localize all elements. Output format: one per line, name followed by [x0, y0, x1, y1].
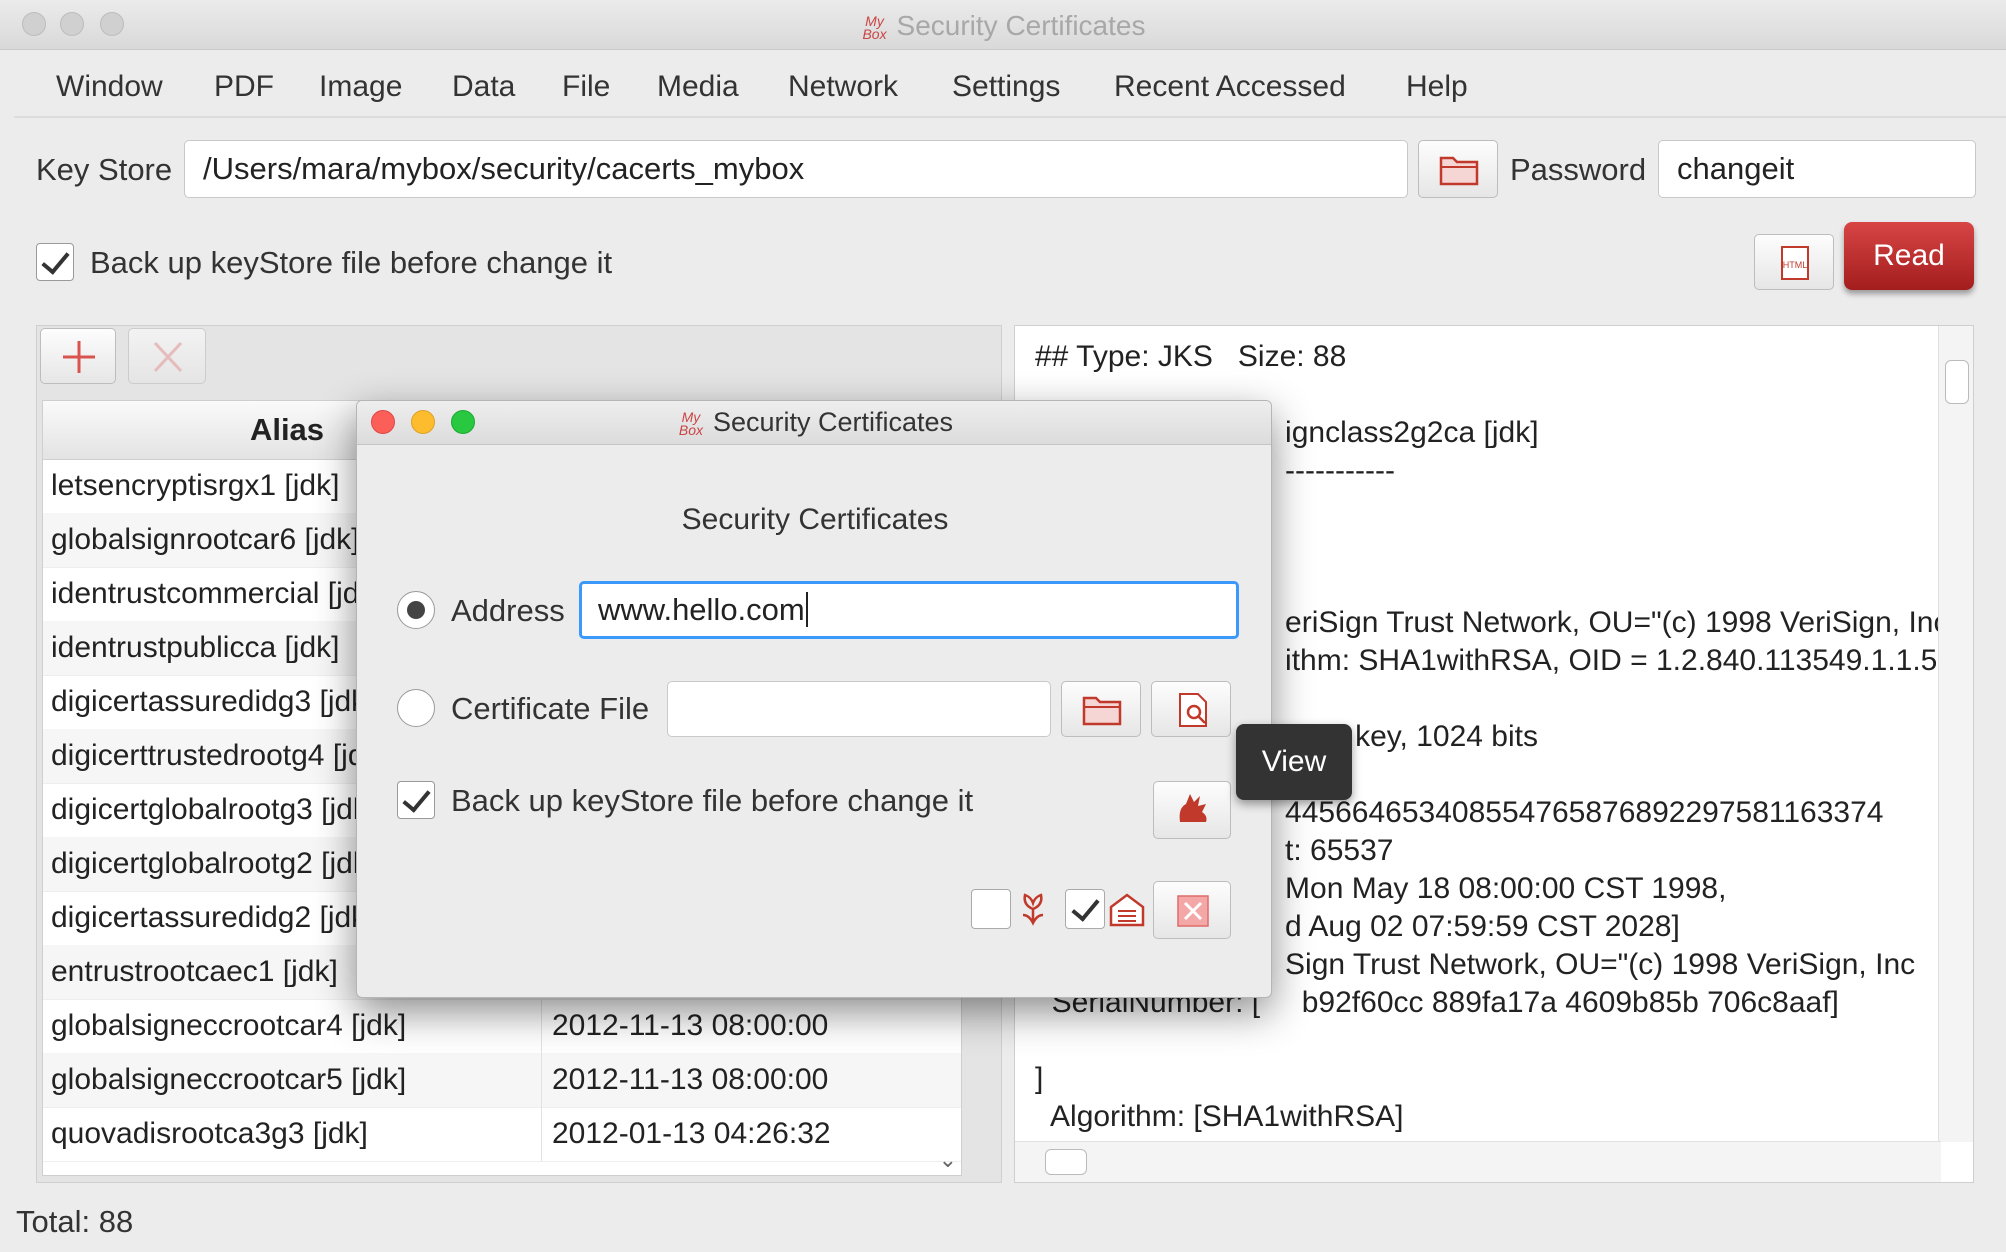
delete-certificate-button[interactable]	[128, 328, 206, 384]
date-cell: 2012-11-13 08:00:00	[541, 999, 842, 1053]
keystore-browse-button[interactable]	[1418, 140, 1498, 198]
total-count: Total: 88	[16, 1204, 134, 1239]
menu-window[interactable]: Window	[56, 70, 163, 104]
password-label: Password	[1510, 152, 1647, 187]
add-icon	[63, 341, 95, 373]
html-view-button[interactable]: HTML	[1754, 234, 1834, 290]
menu-file[interactable]: File	[562, 70, 610, 104]
table-row[interactable]: quovadisrootca3g3 [jdk] 2012-01-13 04:26:…	[43, 1107, 961, 1162]
address-input[interactable]: www.hello.com	[579, 581, 1239, 639]
close-icon	[1177, 895, 1209, 927]
alias-cell: quovadisrootca3g3 [jdk]	[51, 1117, 368, 1150]
menu-recent-accessed[interactable]: Recent Accessed	[1114, 70, 1346, 104]
certificate-file-input[interactable]	[667, 681, 1051, 737]
option-checkbox[interactable]	[971, 889, 1011, 929]
window-titlebar: My Box Security Certificates	[0, 0, 2006, 50]
svg-text:HTML: HTML	[1783, 260, 1808, 270]
details-line: ]	[1035, 1062, 1044, 1095]
details-scroll-thumb[interactable]	[1945, 360, 1969, 404]
menu-help[interactable]: Help	[1406, 70, 1468, 104]
menu-settings[interactable]: Settings	[952, 70, 1060, 104]
menu-network[interactable]: Network	[788, 70, 898, 104]
save-checkbox[interactable]	[1065, 889, 1105, 929]
alias-cell: globalsigneccrootcar5 [jdk]	[51, 1063, 407, 1096]
details-line: ## Type: JKS Size: 88	[1035, 340, 1347, 373]
address-label: Address	[451, 593, 565, 628]
window-title: My Box Security Certificates	[862, 10, 1146, 42]
table-row[interactable]: globalsigneccrootcar5 [jdk] 2012-11-13 08…	[43, 1053, 961, 1108]
app-logo-icon: My Box	[678, 408, 704, 438]
html-icon: HTML	[1781, 246, 1809, 280]
details-horizontal-scrollbar[interactable]	[1015, 1141, 1941, 1182]
folder-icon	[1082, 696, 1122, 726]
dialog-cancel-button[interactable]	[1153, 881, 1231, 939]
flower-icon	[1022, 893, 1044, 926]
dialog-backup-checkbox[interactable]	[397, 781, 435, 819]
password-input[interactable]: changeit	[1658, 140, 1976, 198]
date-cell: 2012-01-13 04:26:32	[541, 1107, 842, 1161]
certificate-file-radio[interactable]	[397, 689, 435, 727]
menu-media[interactable]: Media	[657, 70, 739, 104]
keystore-path-input[interactable]: /Users/mara/mybox/security/cacerts_mybox	[184, 140, 1408, 198]
fetch-certificate-button[interactable]	[1153, 781, 1231, 839]
dialog-backup-label: Back up keyStore file before change it	[451, 783, 974, 818]
alias-cell: globalsigneccrootcar4 [jdk]	[51, 1009, 407, 1042]
details-line: Algorithm: [SHA1withRSA]	[1035, 1100, 1404, 1133]
date-cell: 2012-11-13 08:00:00	[541, 1053, 842, 1107]
details-hscroll-thumb[interactable]	[1045, 1149, 1087, 1175]
house-icon	[1109, 893, 1145, 927]
menu-bar: Window PDF Image Data File Media Network…	[14, 60, 2006, 118]
delete-icon	[153, 341, 183, 373]
details-vertical-scrollbar[interactable]	[1938, 326, 1973, 1142]
table-row[interactable]: globalsigneccrootcar4 [jdk] 2012-11-13 08…	[43, 999, 961, 1054]
app-logo-icon: My Box	[862, 12, 887, 42]
add-certificate-dialog: My Box Security Certificates Security Cert…	[356, 400, 1272, 998]
add-certificate-button[interactable]	[40, 328, 116, 384]
file-view-icon	[1179, 693, 1207, 727]
dialog-heading: Security Certificates	[681, 503, 949, 536]
certificate-file-label: Certificate File	[451, 691, 650, 726]
menu-pdf[interactable]: PDF	[214, 70, 274, 104]
certificate-file-view-button[interactable]	[1151, 681, 1231, 737]
backup-checkbox[interactable]	[36, 243, 74, 281]
keystore-label: Key Store	[36, 152, 173, 187]
menu-data[interactable]: Data	[452, 70, 515, 104]
dialog-title: My Box Security Certificates	[678, 407, 954, 438]
backup-label: Back up keyStore file before change it	[90, 245, 613, 280]
hand-icon	[1179, 794, 1207, 822]
menu-image[interactable]: Image	[319, 70, 402, 104]
dialog-titlebar: My Box Security Certificates	[357, 401, 1271, 445]
table-scroll-down-icon[interactable]: ⌄	[939, 1147, 957, 1173]
read-button[interactable]: Read	[1844, 222, 1974, 290]
certificate-file-browse-button[interactable]	[1061, 681, 1141, 737]
address-radio[interactable]	[397, 591, 435, 629]
view-tooltip: View	[1236, 724, 1352, 800]
folder-icon	[1439, 156, 1479, 186]
